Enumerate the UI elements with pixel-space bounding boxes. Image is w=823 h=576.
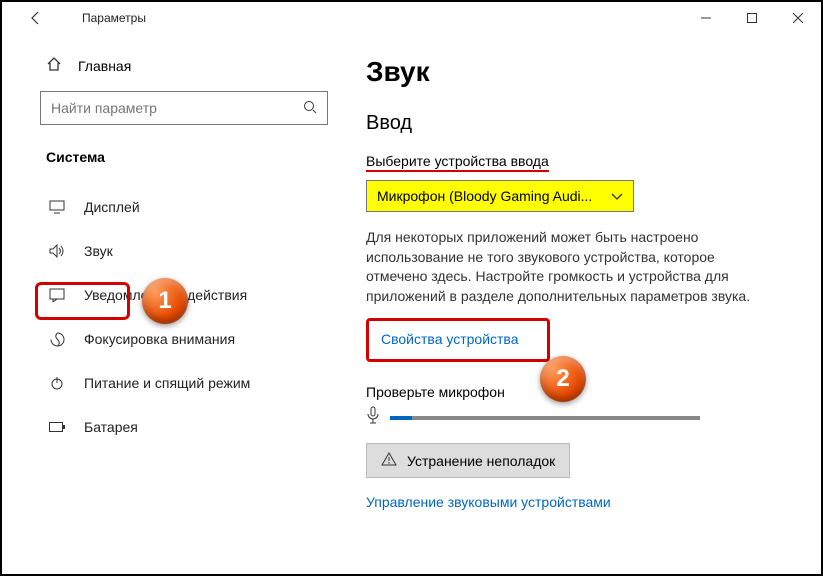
- page-title: Звук: [366, 56, 801, 88]
- troubleshoot-label: Устранение неполадок: [407, 453, 555, 469]
- sidebar-item-label: Фокусировка внимания: [84, 331, 235, 347]
- input-device-dropdown[interactable]: Микрофон (Bloody Gaming Audi...: [366, 180, 634, 212]
- chevron-down-icon: [611, 188, 623, 204]
- input-device-label: Выберите устройства ввода: [366, 153, 549, 172]
- check-mic-label: Проверьте микрофон: [366, 384, 801, 400]
- warning-icon: [381, 452, 397, 469]
- mic-level-bar: [390, 416, 700, 420]
- search-icon: [303, 100, 317, 117]
- sidebar-item-label: Уведомления и действия: [84, 287, 247, 303]
- sidebar-item-power[interactable]: Питание и спящий режим: [2, 361, 342, 405]
- sidebar-item-label: Звук: [84, 243, 113, 259]
- sidebar-group-title: Система: [2, 149, 342, 185]
- device-properties-link[interactable]: Свойства устройства: [381, 331, 519, 347]
- mic-test-row: [366, 406, 801, 429]
- sidebar-item-display[interactable]: Дисплей: [2, 185, 342, 229]
- maximize-button[interactable]: [729, 2, 775, 34]
- home-icon: [46, 56, 62, 75]
- minimize-button[interactable]: [683, 2, 729, 34]
- close-button[interactable]: [775, 2, 821, 34]
- content: Звук Ввод Выберите устройства ввода Микр…: [342, 34, 821, 574]
- power-icon: [48, 376, 66, 390]
- sidebar-home[interactable]: Главная: [2, 56, 342, 91]
- display-icon: [48, 200, 66, 214]
- dropdown-value: Микрофон (Bloody Gaming Audi...: [377, 188, 592, 204]
- sidebar-item-notifications[interactable]: Уведомления и действия: [2, 273, 342, 317]
- sidebar-item-focus[interactable]: Фокусировка внимания: [2, 317, 342, 361]
- sidebar-item-sound[interactable]: Звук: [2, 229, 342, 273]
- sidebar: Главная Система Дисплей Звук Уведомления…: [2, 34, 342, 574]
- focus-icon: [48, 332, 66, 347]
- mic-level-fill: [390, 416, 412, 420]
- sound-icon: [48, 244, 66, 258]
- window-title: Параметры: [82, 11, 146, 25]
- section-title: Ввод: [366, 112, 801, 135]
- sidebar-item-label: Питание и спящий режим: [84, 375, 250, 391]
- manage-devices-link[interactable]: Управление звуковыми устройствами: [366, 494, 801, 510]
- device-properties-highlight: Свойства устройства: [366, 318, 550, 362]
- search-input[interactable]: [40, 91, 328, 125]
- titlebar: Параметры: [2, 2, 821, 34]
- notifications-icon: [48, 288, 66, 302]
- sidebar-item-label: Батарея: [84, 419, 138, 435]
- microphone-icon: [366, 406, 380, 429]
- search-field[interactable]: [51, 100, 303, 116]
- sidebar-item-label: Дисплей: [84, 199, 140, 215]
- sidebar-home-label: Главная: [78, 58, 131, 74]
- troubleshoot-button[interactable]: Устранение неполадок: [366, 443, 570, 478]
- sidebar-item-battery[interactable]: Батарея: [2, 405, 342, 449]
- back-button[interactable]: [20, 2, 52, 34]
- battery-icon: [48, 422, 66, 432]
- input-description: Для некоторых приложений может быть наст…: [366, 228, 766, 306]
